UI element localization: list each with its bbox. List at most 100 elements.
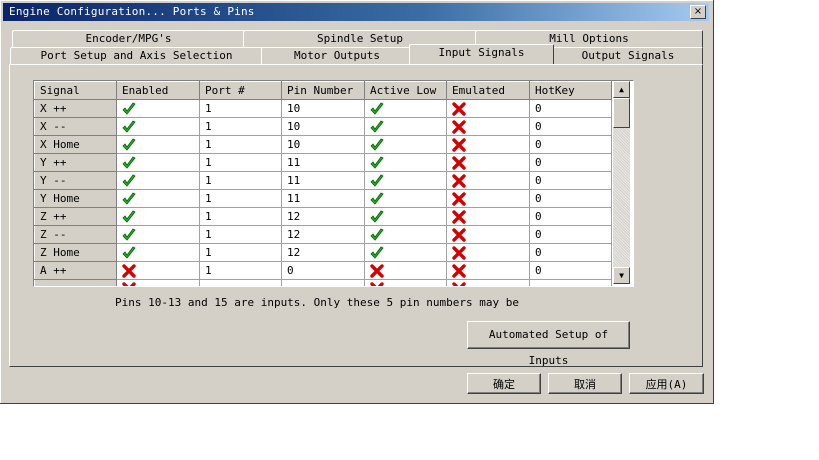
tab-port-setup[interactable]: Port Setup and Axis Selection <box>10 47 263 65</box>
active-low-cell[interactable] <box>364 117 447 136</box>
table-row[interactable]: Z Home 1 12 0 <box>34 243 612 262</box>
title-bar[interactable]: Engine Configuration... Ports & Pins × <box>3 3 709 21</box>
pin-number-cell[interactable]: 12 <box>281 207 365 226</box>
col-header-emulated[interactable]: Emulated <box>446 81 530 100</box>
port-cell[interactable]: 1 <box>199 135 282 154</box>
active-low-cell[interactable] <box>364 243 447 262</box>
table-row[interactable]: A ++ 1 0 0 <box>34 261 612 280</box>
pin-number-cell[interactable]: 10 <box>281 99 365 118</box>
port-cell[interactable]: 1 <box>199 153 282 172</box>
enabled-cell[interactable] <box>116 243 200 262</box>
col-header-port[interactable]: Port # <box>199 81 282 100</box>
hotkey-cell[interactable]: 0 <box>529 207 612 226</box>
pin-number-cell[interactable]: 10 <box>281 135 365 154</box>
port-cell[interactable]: 1 <box>199 117 282 136</box>
active-low-cell[interactable] <box>364 189 447 208</box>
enabled-cell[interactable] <box>116 153 200 172</box>
signal-cell[interactable]: Y Home <box>34 189 117 208</box>
table-row[interactable]: Z ++ 1 12 0 <box>34 207 612 226</box>
enabled-cell[interactable] <box>116 99 200 118</box>
pin-number-cell[interactable]: 12 <box>281 225 365 244</box>
emulated-cell[interactable] <box>446 135 530 154</box>
tab-output-signals[interactable]: Output Signals <box>553 47 703 65</box>
port-cell[interactable] <box>199 279 282 286</box>
pin-number-cell[interactable]: 12 <box>281 243 365 262</box>
signal-cell[interactable]: Z Home <box>34 243 117 262</box>
port-cell[interactable]: 1 <box>199 243 282 262</box>
pin-number-cell[interactable]: 11 <box>281 153 365 172</box>
port-cell[interactable]: 1 <box>199 171 282 190</box>
enabled-cell[interactable] <box>116 207 200 226</box>
enabled-cell[interactable] <box>116 261 200 280</box>
active-low-cell[interactable] <box>364 99 447 118</box>
signal-cell[interactable]: Y ++ <box>34 153 117 172</box>
signal-cell[interactable]: A ++ <box>34 261 117 280</box>
port-cell[interactable]: 1 <box>199 225 282 244</box>
port-cell[interactable]: 1 <box>199 207 282 226</box>
emulated-cell[interactable] <box>446 117 530 136</box>
hotkey-cell[interactable]: 0 <box>529 153 612 172</box>
col-header-enabled[interactable]: Enabled <box>116 81 200 100</box>
table-row[interactable] <box>34 279 612 286</box>
hotkey-cell[interactable]: 0 <box>529 99 612 118</box>
tab-encoder-mpgs[interactable]: Encoder/MPG's <box>12 30 245 48</box>
hotkey-cell[interactable]: 0 <box>529 135 612 154</box>
scroll-up-arrow-icon[interactable]: ▲ <box>613 81 630 98</box>
hotkey-cell[interactable]: 0 <box>529 171 612 190</box>
emulated-cell[interactable] <box>446 189 530 208</box>
emulated-cell[interactable] <box>446 99 530 118</box>
col-header-pin-number[interactable]: Pin Number <box>281 81 365 100</box>
emulated-cell[interactable] <box>446 261 530 280</box>
signal-cell[interactable]: Y -- <box>34 171 117 190</box>
signal-cell[interactable]: Z -- <box>34 225 117 244</box>
active-low-cell[interactable] <box>364 135 447 154</box>
pin-number-cell[interactable]: 0 <box>281 261 365 280</box>
signal-cell[interactable]: X Home <box>34 135 117 154</box>
hotkey-cell[interactable]: 0 <box>529 225 612 244</box>
hotkey-cell[interactable]: 0 <box>529 243 612 262</box>
active-low-cell[interactable] <box>364 279 447 286</box>
signal-cell[interactable]: X -- <box>34 117 117 136</box>
active-low-cell[interactable] <box>364 225 447 244</box>
table-row[interactable]: X Home 1 10 0 <box>34 135 612 154</box>
enabled-cell[interactable] <box>116 189 200 208</box>
emulated-cell[interactable] <box>446 171 530 190</box>
active-low-cell[interactable] <box>364 171 447 190</box>
table-row[interactable]: X ++ 1 10 0 <box>34 99 612 118</box>
emulated-cell[interactable] <box>446 207 530 226</box>
emulated-cell[interactable] <box>446 225 530 244</box>
scroll-down-arrow-icon[interactable]: ▼ <box>613 267 630 284</box>
table-row[interactable]: Y ++ 1 11 0 <box>34 153 612 172</box>
enabled-cell[interactable] <box>116 135 200 154</box>
emulated-cell[interactable] <box>446 243 530 262</box>
emulated-cell[interactable] <box>446 153 530 172</box>
col-header-hotkey[interactable]: HotKey <box>529 81 612 100</box>
active-low-cell[interactable] <box>364 153 447 172</box>
enabled-cell[interactable] <box>116 117 200 136</box>
hotkey-cell[interactable]: 0 <box>529 261 612 280</box>
input-signals-grid[interactable]: Signal Enabled Port # Pin Number Active … <box>33 80 634 287</box>
pin-number-cell[interactable]: 11 <box>281 189 365 208</box>
table-row[interactable]: Y -- 1 11 0 <box>34 171 612 190</box>
hotkey-cell[interactable]: 0 <box>529 189 612 208</box>
grid-vertical-scrollbar[interactable]: ▲ ▼ <box>613 81 630 284</box>
close-button[interactable]: × <box>690 5 706 19</box>
pin-number-cell[interactable] <box>281 279 365 286</box>
tab-input-signals[interactable]: Input Signals <box>409 44 554 64</box>
signal-cell[interactable] <box>34 279 117 286</box>
col-header-active-low[interactable]: Active Low <box>364 81 447 100</box>
enabled-cell[interactable] <box>116 225 200 244</box>
port-cell[interactable]: 1 <box>199 99 282 118</box>
table-row[interactable]: Z -- 1 12 0 <box>34 225 612 244</box>
tab-motor-outputs[interactable]: Motor Outputs <box>261 47 413 65</box>
enabled-cell[interactable] <box>116 171 200 190</box>
cancel-button[interactable]: 取消 <box>548 373 622 394</box>
scroll-thumb[interactable] <box>613 98 630 128</box>
pin-number-cell[interactable]: 11 <box>281 171 365 190</box>
col-header-signal[interactable]: Signal <box>34 81 117 100</box>
automated-setup-button[interactable]: Automated Setup of Inputs <box>467 321 630 367</box>
port-cell[interactable]: 1 <box>199 189 282 208</box>
signal-cell[interactable]: Z ++ <box>34 207 117 226</box>
emulated-cell[interactable] <box>446 279 530 286</box>
signal-cell[interactable]: X ++ <box>34 99 117 118</box>
